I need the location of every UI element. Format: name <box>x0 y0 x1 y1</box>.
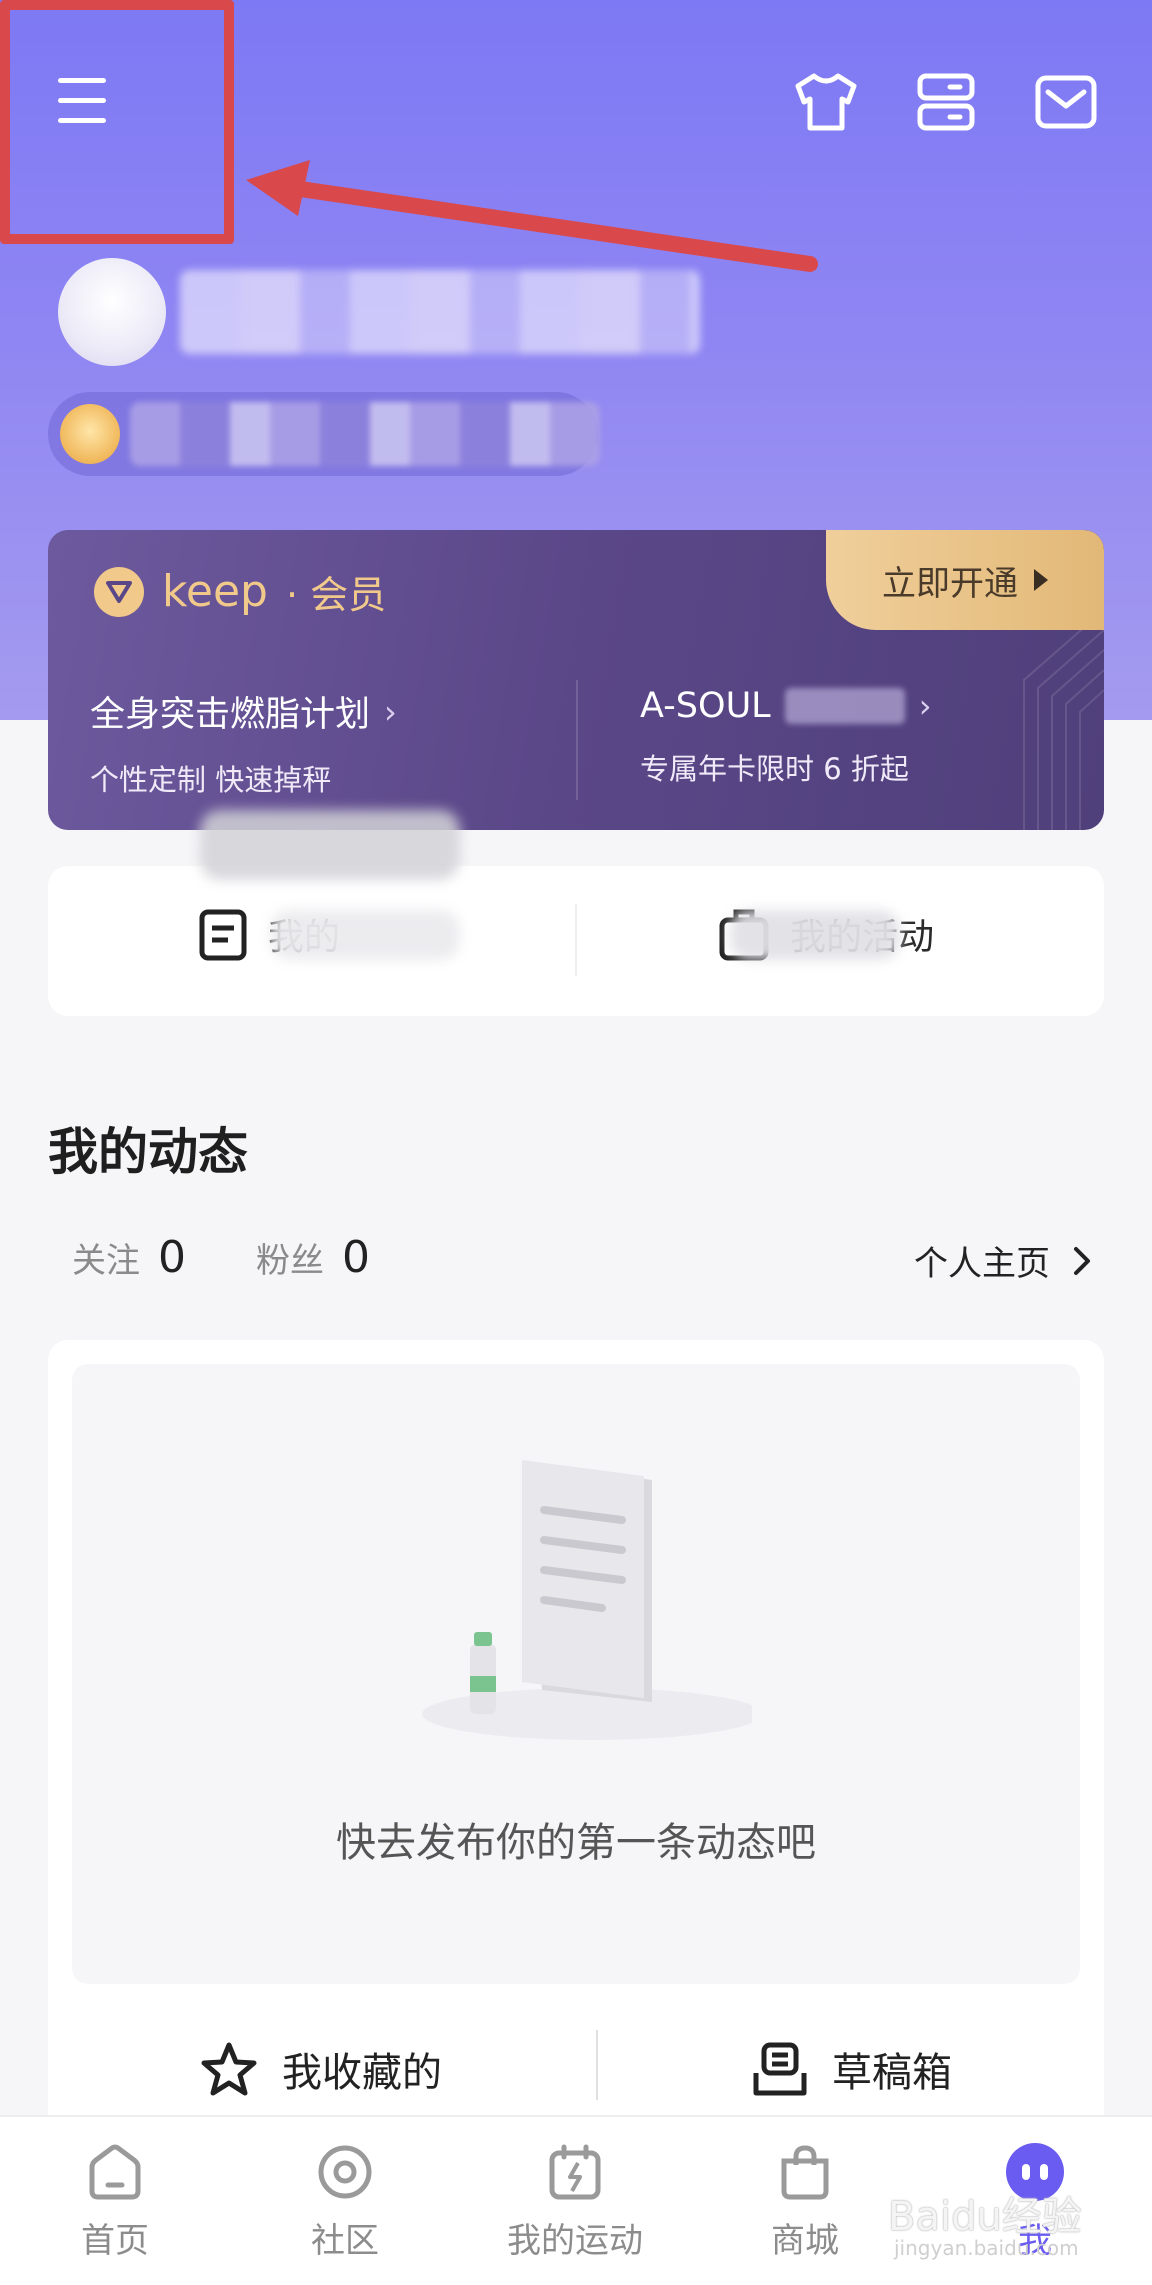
annotation-highlight-box <box>0 0 234 244</box>
following-stat[interactable]: 关注 0 <box>72 1232 186 1283</box>
membership-logo: keep · 会员 <box>94 564 386 619</box>
shirt-icon <box>795 73 857 131</box>
annotation-arrow <box>246 160 818 272</box>
play-triangle-icon <box>1034 569 1048 591</box>
section-title: 我的动态 <box>48 1123 248 1181</box>
nav-label: 商城 <box>771 2221 839 2261</box>
offer-title: 全身突击燃脂计划 <box>90 695 371 735</box>
fat-burn-plan-offer[interactable]: 全身突击燃脂计划 › 个性定制 快速掉秤 <box>90 686 397 799</box>
profile-page: keep · 会员 立即开通 全身突击燃脂计划 › 个性定制 快速掉秤 A-SO… <box>0 0 1152 2285</box>
drafts-box-icon <box>753 2042 807 2096</box>
vip-diamond-icon <box>94 566 144 617</box>
offer-title-redacted <box>784 688 905 724</box>
profile-link-label: 个人主页 <box>914 1244 1050 1284</box>
divider <box>596 2030 598 2100</box>
feed-actions: 我收藏的 草稿箱 <box>48 2030 1104 2120</box>
star-icon <box>201 2042 257 2096</box>
redaction-smudge <box>730 910 900 960</box>
membership-card[interactable]: keep · 会员 立即开通 全身突击燃脂计划 › 个性定制 快速掉秤 A-SO… <box>48 530 1104 830</box>
followers-count: 0 <box>342 1232 370 1283</box>
chevron-right-icon: › <box>384 692 397 731</box>
offer-title: A-SOUL <box>640 686 771 726</box>
watermark-subtext: jingyan.baidu.com <box>894 2236 1079 2260</box>
device-stack-icon <box>917 73 975 131</box>
messages-button[interactable] <box>1026 62 1106 142</box>
asoul-offer[interactable]: A-SOUL › 专属年卡限时 6 折起 <box>640 686 931 788</box>
favorites-button[interactable]: 我收藏的 <box>200 2040 442 2098</box>
empty-feed-message: 快去发布你的第一条动态吧 <box>336 1820 816 1866</box>
empty-document-illustration <box>422 1460 752 1740</box>
chevron-right-icon: › <box>918 687 932 725</box>
nav-item-my-sport[interactable]: 我的运动 <box>475 2143 675 2262</box>
follow-stats: 关注 0 粉丝 0 <box>72 1232 370 1283</box>
drafts-button[interactable]: 草稿箱 <box>752 2040 952 2098</box>
sport-calendar-icon <box>549 2144 601 2200</box>
offer-subtitle: 专属年卡限时 6 折起 <box>640 752 909 786</box>
drafts-label: 草稿箱 <box>832 2050 952 2096</box>
nav-item-home[interactable]: 首页 <box>15 2143 215 2262</box>
nav-label: 首页 <box>81 2221 149 2261</box>
divider <box>576 680 578 800</box>
community-icon <box>318 2145 372 2199</box>
followers-stat[interactable]: 粉丝 0 <box>256 1232 370 1283</box>
membership-brand: keep <box>162 566 268 617</box>
following-label: 关注 <box>72 1241 140 1281</box>
membership-brand-suffix: · 会员 <box>285 573 387 617</box>
open-membership-label: 立即开通 <box>882 563 1018 604</box>
nav-label: 社区 <box>311 2221 379 2261</box>
document-icon <box>199 909 247 961</box>
mail-icon <box>1035 75 1097 129</box>
watermark-text: Baidu经验 <box>888 2194 1082 2240</box>
redaction-smudge <box>200 810 460 880</box>
divider <box>575 904 577 976</box>
nav-item-community[interactable]: 社区 <box>245 2143 445 2262</box>
devices-button[interactable] <box>906 62 986 142</box>
baidu-watermark: Baidu经验 jingyan.baidu.com <box>880 2170 1140 2270</box>
level-info-redacted <box>130 402 600 466</box>
followers-label: 粉丝 <box>256 1241 324 1281</box>
redaction-smudge <box>270 910 460 960</box>
open-membership-button[interactable]: 立即开通 <box>826 530 1104 630</box>
outfit-button[interactable] <box>786 62 866 142</box>
profile-page-link[interactable]: 个人主页 <box>914 1236 1092 1285</box>
nav-label: 我的运动 <box>507 2221 643 2261</box>
shortcuts-card: 我的 我的活动 <box>48 866 1104 1016</box>
level-avatar-icon <box>60 404 120 464</box>
username-redacted <box>180 270 700 354</box>
home-icon <box>89 2144 141 2200</box>
favorites-label: 我收藏的 <box>282 2050 442 2096</box>
following-count: 0 <box>158 1232 186 1283</box>
avatar[interactable] <box>58 258 166 366</box>
shopping-bag-icon <box>781 2145 829 2200</box>
chevron-right-icon <box>1074 1246 1090 1275</box>
nav-item-mall[interactable]: 商城 <box>705 2143 905 2262</box>
empty-feed-state: 快去发布你的第一条动态吧 <box>72 1364 1080 1984</box>
offer-subtitle: 个性定制 快速掉秤 <box>90 763 332 797</box>
